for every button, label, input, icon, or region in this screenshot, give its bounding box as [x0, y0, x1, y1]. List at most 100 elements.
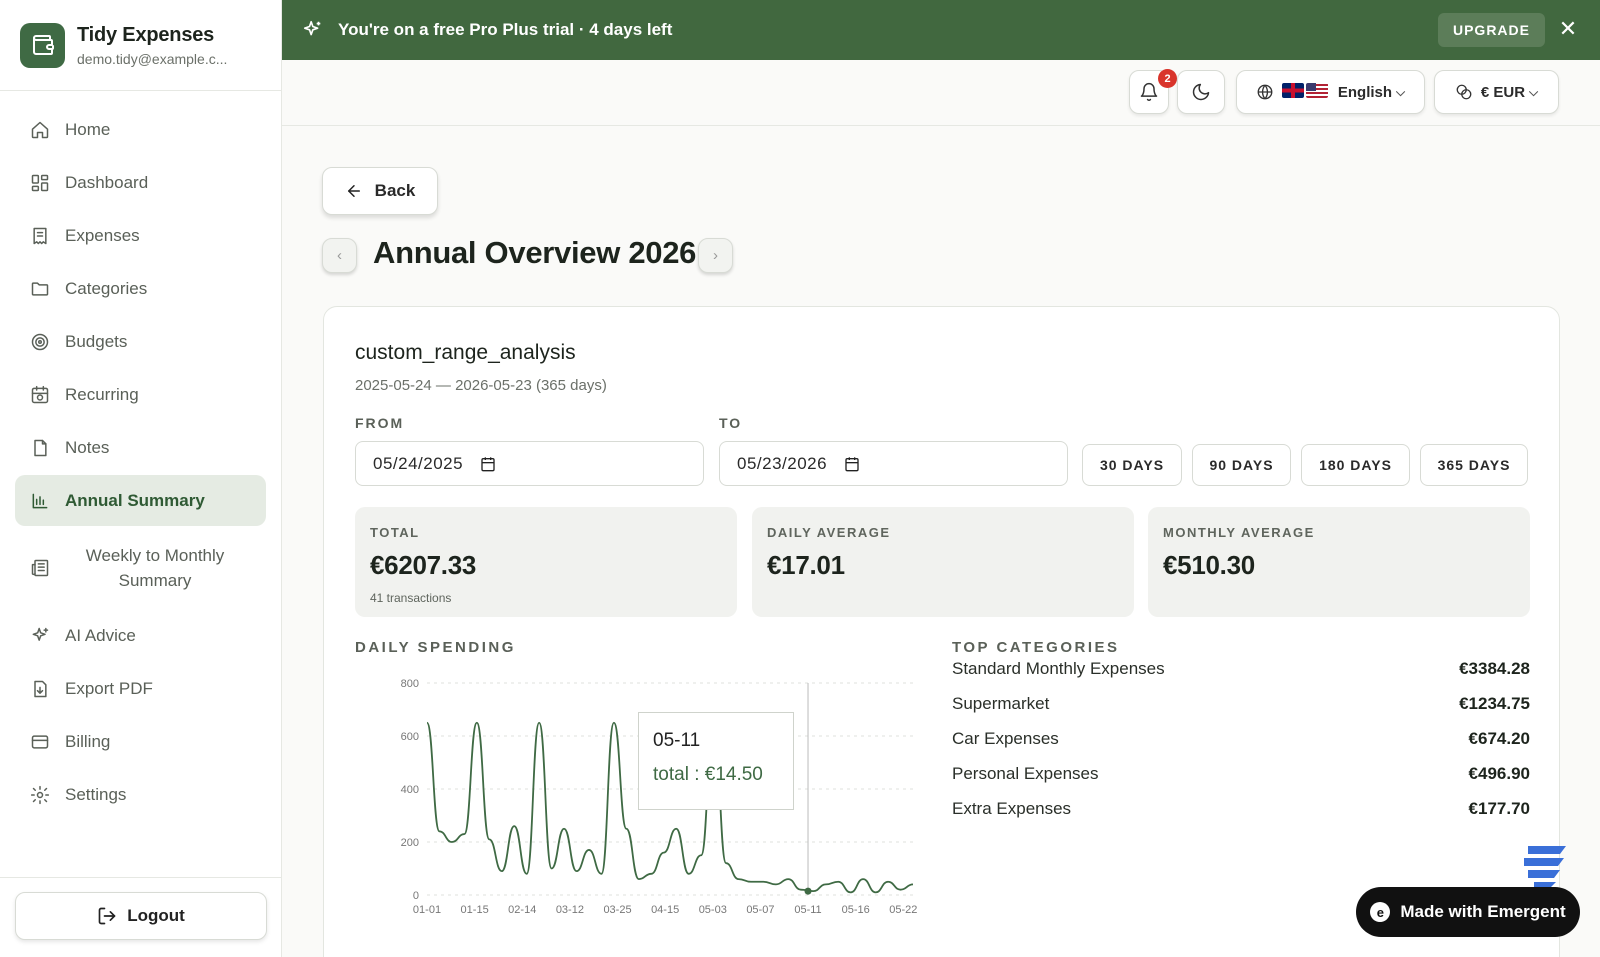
currency-select[interactable]: € EUR ⌵ — [1434, 70, 1559, 114]
made-with-emergent-badge[interactable]: e Made with Emergent — [1356, 887, 1580, 937]
sidebar-item-label: Billing — [65, 731, 111, 751]
stat-value: €6207.33 — [370, 550, 477, 580]
from-date-input[interactable]: 05/24/2025 — [355, 441, 704, 486]
sidebar-item-notes[interactable]: Notes — [15, 422, 266, 473]
top-bar: 2 English ⌵ € EUR ⌵ — [282, 60, 1600, 126]
sidebar-item-weekly-to-monthly-summary[interactable]: Weekly to Monthly Summary — [15, 528, 266, 608]
moon-icon — [1192, 83, 1210, 101]
sidebar-item-label: Settings — [65, 784, 127, 804]
y-tick-label: 800 — [401, 678, 419, 690]
category-amount: €177.70 — [1468, 799, 1530, 818]
top-category-row: Car Expenses €674.20 — [952, 729, 1530, 749]
chevron-left-icon: ‹ — [337, 247, 342, 264]
sidebar-item-home[interactable]: Home — [15, 104, 266, 155]
coins-icon — [1456, 84, 1472, 100]
stat-value: €17.01 — [767, 550, 845, 580]
sidebar-item-recurring[interactable]: Recurring — [15, 369, 266, 420]
highlight-point — [804, 887, 812, 895]
newspaper-icon — [30, 558, 50, 578]
top-categories-label: TOP CATEGORIES — [952, 639, 1120, 656]
notifications-button[interactable]: 2 — [1129, 69, 1177, 114]
back-label: Back — [374, 181, 416, 200]
app-name: Tidy Expenses — [77, 23, 215, 46]
category-name: Extra Expenses — [952, 799, 1072, 818]
upgrade-button[interactable]: UPGRADE — [1437, 13, 1545, 47]
chart-tooltip: 05-11 total : €14.50 — [638, 712, 794, 810]
previous-year-button[interactable]: ‹ — [322, 238, 357, 273]
sidebar-item-label: Categories — [65, 278, 148, 298]
sidebar-item-label: Recurring — [65, 384, 139, 404]
arrow-left-icon — [347, 185, 360, 197]
language-select[interactable]: English ⌵ — [1236, 70, 1425, 114]
logout-area: Logout — [0, 877, 282, 957]
category-amount: €674.20 — [1468, 729, 1530, 748]
next-year-button[interactable]: › — [698, 238, 733, 273]
sidebar-item-export-pdf[interactable]: Export PDF — [15, 663, 266, 714]
us-flag-icon — [1305, 82, 1328, 98]
sidebar-item-dashboard[interactable]: Dashboard — [15, 157, 266, 208]
close-icon[interactable]: ✕ — [1556, 16, 1580, 41]
x-tick-label: 04-15 — [651, 904, 679, 916]
sidebar-item-label: Budgets — [65, 331, 128, 351]
sidebar-item-label: Expenses — [65, 225, 140, 245]
notification-badge: 2 — [1158, 69, 1177, 88]
to-date-input[interactable]: 05/23/2026 — [719, 441, 1068, 486]
theme-toggle-button[interactable] — [1177, 70, 1225, 114]
bar-chart-icon — [30, 491, 50, 511]
sidebar-item-annual-summary[interactable]: Annual Summary — [15, 475, 266, 526]
receipt-icon — [30, 226, 50, 246]
sidebar-item-settings[interactable]: Settings — [15, 769, 266, 820]
banner-text: You're on a free Pro Plus trial · 4 days… — [338, 20, 673, 39]
tooltip-date: 05-11 — [653, 730, 701, 751]
sidebar-item-label: Weekly to Monthly Summary — [85, 546, 225, 590]
sidebar-item-ai-advice[interactable]: AI Advice — [15, 610, 266, 661]
gear-icon — [30, 785, 50, 805]
sidebar-item-budgets[interactable]: Budgets — [15, 316, 266, 367]
tooltip-value: total : €14.50 — [653, 764, 763, 785]
back-button[interactable]: Back — [322, 167, 438, 215]
stat-daily-average: DAILY AVERAGE €17.01 — [752, 507, 1134, 617]
calendar-icon — [845, 456, 859, 471]
stat-label: MONTHLY AVERAGE — [1163, 525, 1315, 540]
stat-label: TOTAL — [370, 525, 420, 540]
x-tick-label: 01-01 — [413, 904, 441, 916]
category-name: Personal Expenses — [952, 764, 1099, 783]
page-title: Annual Overview 2026 — [373, 235, 697, 270]
range-365-days-button[interactable]: 365 DAYS — [1420, 444, 1528, 486]
top-category-row: Extra Expenses €177.70 — [952, 799, 1530, 819]
range-90-days-button[interactable]: 90 DAYS — [1192, 444, 1291, 486]
sidebar: Tidy Expenses demo.tidy@example.c... Hom… — [0, 0, 282, 957]
daily-spending-label: DAILY SPENDING — [355, 639, 516, 656]
wallet-icon — [20, 22, 65, 68]
folder-icon — [30, 279, 50, 299]
dashboard-icon — [30, 173, 50, 193]
y-tick-label: 0 — [413, 890, 419, 902]
home-icon — [30, 120, 50, 140]
category-amount: €1234.75 — [1459, 694, 1530, 713]
user-email: demo.tidy@example.c... — [77, 50, 228, 67]
support-widget-icon[interactable] — [1520, 840, 1574, 890]
x-tick-label: 05-07 — [746, 904, 774, 916]
range-180-days-button[interactable]: 180 DAYS — [1301, 444, 1410, 486]
sidebar-item-label: Export PDF — [65, 678, 153, 698]
y-tick-label: 600 — [401, 731, 419, 743]
sidebar-item-categories[interactable]: Categories — [15, 263, 266, 314]
sidebar-item-expenses[interactable]: Expenses — [15, 210, 266, 261]
calendar-icon — [481, 456, 495, 471]
logout-button[interactable]: Logout — [15, 892, 267, 940]
sidebar-nav: Home Dashboard Expenses Categories Budgets Re… — [0, 91, 281, 820]
stat-monthly-average: MONTHLY AVERAGE €510.30 — [1148, 507, 1530, 617]
logout-icon — [98, 907, 116, 925]
sidebar-item-label: Annual Summary — [65, 490, 205, 510]
sidebar-item-billing[interactable]: Billing — [15, 716, 266, 767]
sidebar-item-label: AI Advice — [65, 625, 136, 645]
category-amount: €496.90 — [1468, 764, 1530, 783]
x-tick-label: 05-11 — [794, 904, 821, 916]
range-30-days-button[interactable]: 30 DAYS — [1082, 444, 1182, 486]
language-label: English — [1337, 83, 1393, 101]
top-category-row: Supermarket €1234.75 — [952, 694, 1530, 714]
flag-icons — [1281, 82, 1330, 102]
to-label: TO — [719, 415, 743, 431]
x-tick-label: 05-16 — [842, 904, 870, 916]
top-category-row: Personal Expenses €496.90 — [952, 764, 1530, 784]
